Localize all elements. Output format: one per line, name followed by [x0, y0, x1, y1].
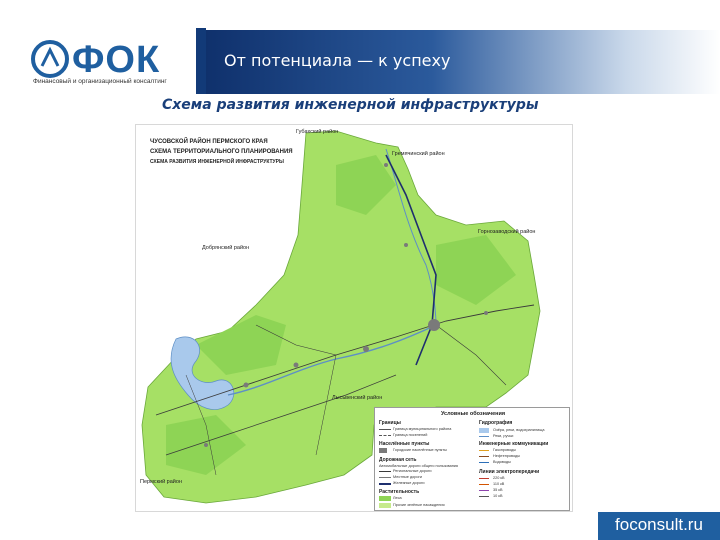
- legend-road-3: Местные дороги: [393, 475, 423, 479]
- legend-border-line: [379, 429, 391, 430]
- legend-border-district: Граница муниципального района: [393, 427, 452, 431]
- label-gornozavodsk: Горнозаводский район: [478, 229, 536, 235]
- settlement-8: [484, 311, 488, 315]
- settlement-chusovoy: [428, 319, 440, 331]
- map-heading-line-2: СХЕМА ТЕРРИТОРИАЛЬНОГО ПЛАНИРОВАНИЯ: [150, 149, 293, 155]
- label-gremyachinsk: Гремячинский район: [392, 151, 445, 157]
- legend-eng-3: Водоводы: [493, 460, 511, 464]
- legend-road-1: Автомобильные дороги общего пользования: [379, 464, 458, 468]
- legend-settlement-swatch: [379, 448, 387, 453]
- legend-borders-heading: Границы: [379, 420, 401, 426]
- legend-eng-swatch-1: [479, 450, 489, 451]
- legend-forest-swatch: [379, 496, 391, 501]
- map-legend: Условные обозначения Границы Граница мун…: [374, 407, 570, 511]
- header: ФОК Финансовый и организационный консалт…: [0, 0, 720, 100]
- legend-water-1: Озёра, реки, водохранилища: [493, 428, 545, 432]
- slogan-text: От потенциала — к успеху: [224, 51, 451, 70]
- legend-settlement-1: Городские населённые пункты: [393, 448, 447, 452]
- settlement-5: [404, 243, 408, 247]
- legend-pw-1: 220 кВ: [493, 476, 505, 480]
- settlement-6: [384, 163, 388, 167]
- legend-pw-3: 35 кВ: [493, 488, 503, 492]
- settlement-3: [293, 362, 299, 368]
- legend-road-swatch-2: [379, 471, 391, 472]
- legend-border-settlement: Граница поселений: [393, 433, 428, 437]
- legend-pw-swatch-2: [479, 484, 489, 485]
- company-logo[interactable]: ФОК Финансовый и организационный консалт…: [30, 38, 180, 90]
- map-heading-line-3: СХЕМА РАЗВИТИЯ ИНЖЕНЕРНОЙ ИНФРАСТРУКТУРЫ: [150, 159, 284, 165]
- legend-eng-swatch-3: [479, 462, 489, 463]
- legend-eng-1: Газопроводы: [493, 448, 516, 452]
- legend-road-2: Региональные дороги: [393, 469, 432, 473]
- legend-water-swatch-1: [479, 428, 489, 433]
- settlement-2: [363, 346, 369, 352]
- legend-engineering-heading: Инженерные коммуникации: [479, 441, 549, 447]
- legend-pw-4: 10 кВ: [493, 494, 503, 498]
- legend-power-heading: Линии электропередачи: [479, 469, 540, 475]
- foconsult-brand-text: foconsult.ru: [615, 515, 703, 534]
- legend-forest: Леса: [393, 496, 402, 500]
- legend-road-swatch-3: [379, 477, 391, 478]
- label-perm: Пермский район: [140, 479, 182, 485]
- legend-rail-swatch: [379, 483, 391, 485]
- legend-title: Условные обозначения: [440, 411, 506, 417]
- legend-rail: Железные дороги: [393, 481, 425, 485]
- settlement-7: [204, 443, 208, 447]
- foconsult-brand-link[interactable]: foconsult.ru: [598, 512, 720, 540]
- settlement-4: [243, 382, 249, 388]
- label-dobryanka: Добрянский район: [202, 245, 250, 251]
- legend-pw-2: 110 кВ: [493, 482, 505, 486]
- legend-hydrography-heading: Гидрография: [479, 420, 513, 426]
- logo-text: ФОК: [72, 39, 161, 81]
- logo-subtitle: Финансовый и организационный консалтинг: [33, 78, 167, 85]
- legend-pw-swatch-3: [479, 490, 489, 491]
- label-gubakha: Губахский район: [296, 129, 339, 135]
- banner-tab: [196, 28, 206, 94]
- page-title: Схема развития инженерной инфраструктуры: [162, 97, 539, 113]
- infrastructure-map: ЧУСОВСКОЙ РАЙОН ПЕРМСКОГО КРАЯ СХЕМА ТЕР…: [135, 124, 573, 512]
- map-heading-line-1: ЧУСОВСКОЙ РАЙОН ПЕРМСКОГО КРАЯ: [150, 139, 268, 145]
- legend-meadow: Прочие зелёные насаждения: [393, 503, 445, 507]
- legend-pw-swatch-4: [479, 496, 489, 497]
- legend-eng-2: Нефтепроводы: [493, 454, 520, 458]
- legend-border-line-2: [379, 435, 391, 436]
- legend-pw-swatch-1: [479, 478, 489, 479]
- legend-water-swatch-2: [479, 436, 489, 437]
- legend-roads-heading: Дорожная сеть: [379, 457, 417, 463]
- legend-settlements-heading: Населённые пункты: [379, 441, 430, 447]
- logo-circle-icon: [31, 40, 69, 78]
- label-lysva: Лысьвенский район: [332, 395, 383, 401]
- legend-water-2: Реки, ручьи: [493, 434, 514, 438]
- legend-vegetation-heading: Растительность: [379, 489, 420, 495]
- legend-eng-swatch-2: [479, 456, 489, 457]
- legend-meadow-swatch: [379, 503, 391, 508]
